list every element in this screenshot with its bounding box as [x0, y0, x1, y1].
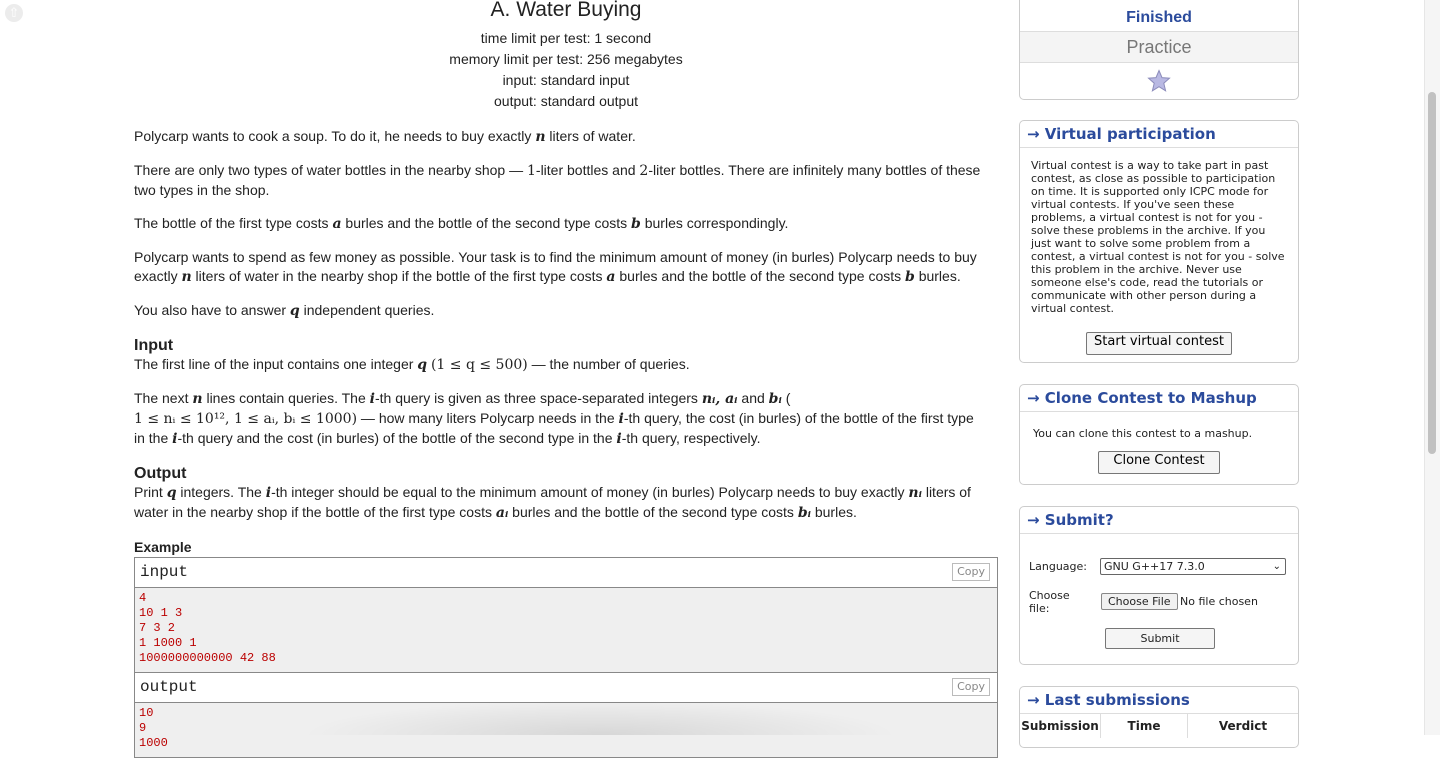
- legend-paragraph: Polycarp wants to cook a soup. To do it,…: [134, 128, 636, 145]
- favourite-star[interactable]: [1020, 62, 1298, 99]
- star-icon[interactable]: [1147, 68, 1171, 93]
- language-value: GNU G++17 7.3.0: [1104, 560, 1205, 573]
- output-spec-paragraph: Print q integers. The i-th integer shoul…: [134, 484, 971, 521]
- problem-statement: A. Water Buying time limit per test: 1 s…: [134, 0, 998, 758]
- last-submissions-table: Submission Time Verdict: [1020, 714, 1298, 738]
- copy-output-button[interactable]: Copy: [952, 678, 990, 696]
- clone-contest-text: You can clone this contest to a mashup.: [1033, 427, 1253, 440]
- copy-input-button[interactable]: Copy: [952, 563, 990, 581]
- column-header: Time: [1100, 714, 1188, 738]
- chevron-down-icon: ⌄: [1272, 561, 1281, 572]
- problem-title: A. Water Buying: [490, 0, 642, 21]
- page-scrollbar[interactable]: [1424, 0, 1440, 735]
- last-submissions-title: → Last submissions: [1020, 687, 1298, 714]
- contest-status-box: Finished Practice: [1019, 0, 1299, 100]
- submit-title: → Submit?: [1020, 507, 1298, 534]
- contest-mode: Practice: [1020, 31, 1298, 62]
- legend-paragraph: You also have to answer q independent qu…: [134, 302, 435, 319]
- input-section-title: Input: [134, 337, 174, 354]
- choose-file-label: Choose file:: [1029, 589, 1070, 615]
- contest-status: Finished: [1126, 9, 1192, 26]
- virtual-participation-text: Virtual contest is a way to take part in…: [1031, 159, 1285, 315]
- sample-output-label: output: [140, 678, 198, 696]
- clone-contest-button[interactable]: Clone Contest: [1098, 451, 1220, 474]
- example-title: Example: [134, 539, 192, 555]
- input-spec-paragraph: The next n lines contain queries. The i-…: [134, 390, 974, 447]
- clone-contest-title: → Clone Contest to Mashup: [1020, 385, 1298, 412]
- language-select[interactable]: GNU G++17 7.3.0 ⌄: [1100, 558, 1286, 575]
- column-header: Verdict: [1218, 719, 1268, 733]
- virtual-participation-box: → Virtual participation Virtual contest …: [1019, 120, 1299, 363]
- submit-button[interactable]: Submit: [1105, 628, 1215, 649]
- time-limit: time limit per test: 1 second: [480, 30, 652, 46]
- legend-paragraph: The bottle of the first type costs a bur…: [134, 215, 789, 232]
- scrollbar-thumb[interactable]: [1428, 92, 1436, 454]
- legend-paragraph: Polycarp wants to spend as few money as …: [134, 249, 977, 285]
- sample-output-text: 10 9 1000: [135, 703, 997, 757]
- input-file: input: standard input: [502, 72, 630, 88]
- scroll-up-icon[interactable]: ⇧: [5, 4, 23, 22]
- output-file: output: standard output: [494, 93, 638, 109]
- sample-tests: input Copy 4 10 1 3 7 3 2 1 1000 1 10000…: [134, 557, 998, 758]
- output-section-title: Output: [134, 465, 187, 482]
- column-header: Submission: [1020, 714, 1101, 738]
- last-submissions-box: → Last submissions Submission Time Verdi…: [1019, 686, 1299, 748]
- memory-limit: memory limit per test: 256 megabytes: [449, 51, 683, 67]
- submit-form: Language: GNU G++17 7.3.0 ⌄ Choose file:…: [1020, 534, 1298, 654]
- sample-input-label: input: [140, 563, 189, 581]
- sample-output-header: output Copy: [135, 672, 997, 703]
- problem-header: A. Water Buying time limit per test: 1 s…: [134, 0, 998, 112]
- sample-input-text: 4 10 1 3 7 3 2 1 1000 1 1000000000000 42…: [135, 588, 997, 672]
- virtual-participation-title: → Virtual participation: [1020, 121, 1298, 148]
- clone-contest-box: → Clone Contest to Mashup You can clone …: [1019, 384, 1299, 485]
- language-label: Language:: [1029, 560, 1087, 573]
- submit-box: → Submit? Language: GNU G++17 7.3.0 ⌄ Ch…: [1019, 506, 1299, 665]
- input-spec-paragraph: The first line of the input contains one…: [134, 356, 690, 373]
- choose-file-button[interactable]: Choose File: [1101, 593, 1178, 610]
- sample-input-header: input Copy: [135, 558, 997, 588]
- start-virtual-contest-button[interactable]: Start virtual contest: [1086, 332, 1232, 355]
- legend-paragraph: There are only two types of water bottle…: [134, 162, 981, 198]
- file-status: No file chosen: [1180, 595, 1258, 608]
